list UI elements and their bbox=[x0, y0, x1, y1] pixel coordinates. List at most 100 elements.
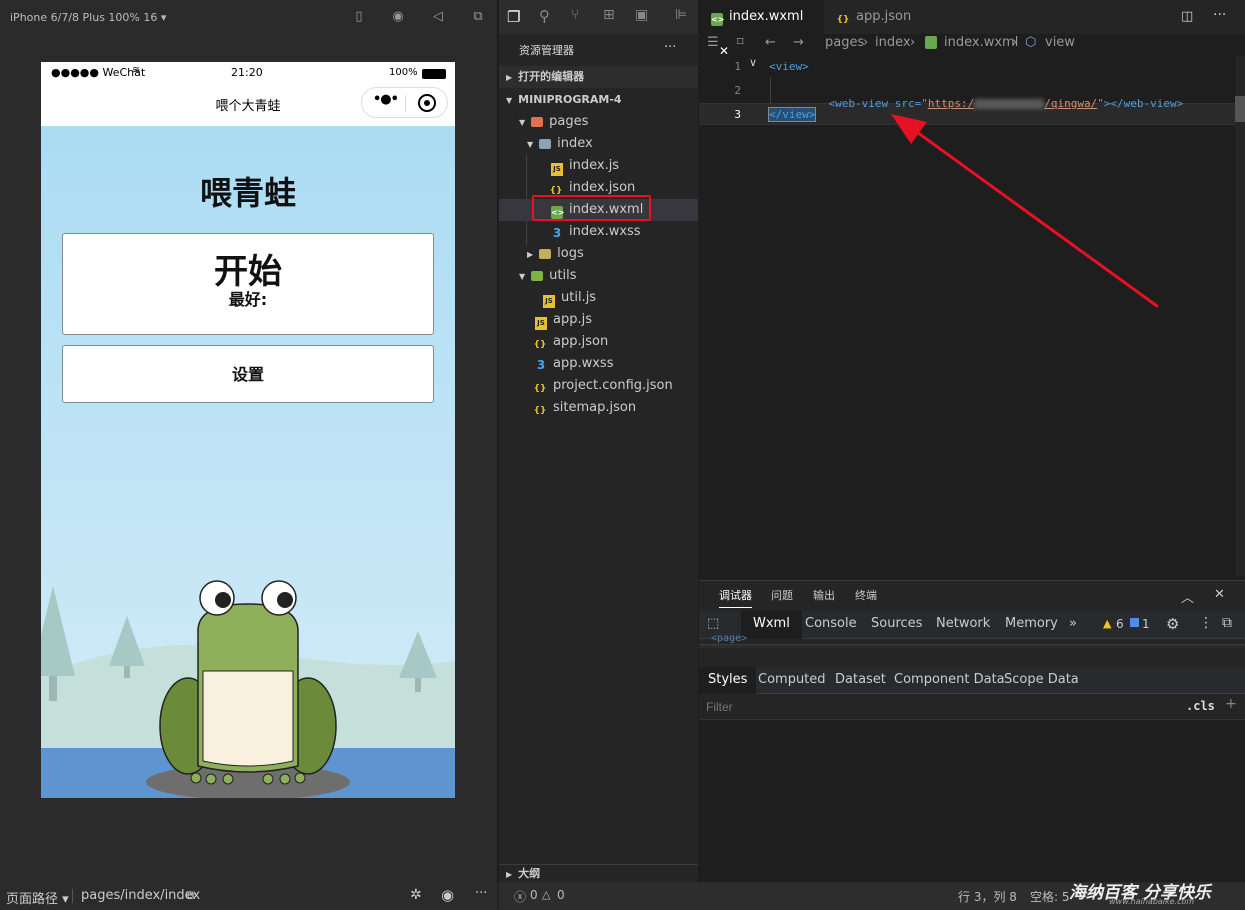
warning-icon[interactable]: ▲ bbox=[1103, 617, 1111, 630]
project-section[interactable]: ▼ MINIPROGRAM-4 bbox=[499, 89, 698, 111]
settings-button[interactable]: 设置 bbox=[62, 345, 434, 403]
chevron-right-icon: › bbox=[863, 35, 869, 50]
phone-icon[interactable]: ▯ bbox=[351, 9, 367, 25]
split-panel-icon[interactable]: ⊫ bbox=[675, 7, 687, 23]
tab-console[interactable]: Console bbox=[805, 611, 857, 639]
tree-item-label: project.config.json bbox=[553, 378, 673, 393]
debug-icon[interactable]: ▣ bbox=[635, 7, 648, 23]
breadcrumb-item[interactable]: index.wxml bbox=[944, 34, 1018, 52]
tab-problems[interactable]: 问题 bbox=[771, 581, 793, 611]
tree-item-index-js[interactable]: JS index.js bbox=[499, 155, 698, 177]
json-file-icon: {} bbox=[533, 384, 547, 394]
tree-item-utils[interactable]: ▼ utils bbox=[499, 265, 698, 287]
wxml-tree-peek[interactable]: <page> bbox=[711, 633, 747, 644]
copy-icon[interactable]: ⧉ bbox=[186, 888, 195, 903]
start-button[interactable]: 开始 最好: bbox=[62, 233, 434, 335]
list-icon[interactable]: ☰ bbox=[707, 34, 719, 52]
detach-window-icon[interactable]: ⧉ bbox=[470, 9, 486, 25]
highlight-box bbox=[532, 195, 651, 221]
tab-dataset[interactable]: Dataset bbox=[835, 667, 886, 694]
close-miniprogram-icon[interactable] bbox=[418, 94, 436, 112]
info-count[interactable]: 1 bbox=[1142, 617, 1150, 631]
files-icon[interactable]: ❐ bbox=[507, 8, 520, 26]
page-path-label[interactable]: 页面路径 ▾ bbox=[6, 888, 69, 907]
warning-count[interactable]: 6 bbox=[1116, 617, 1124, 631]
info-icon[interactable] bbox=[1130, 618, 1139, 627]
close-panel-icon[interactable]: ✕ bbox=[1214, 587, 1225, 602]
record-icon[interactable]: ◉ bbox=[390, 9, 406, 25]
back-arrow-icon[interactable]: ← bbox=[765, 34, 776, 52]
breadcrumb-item[interactable]: index bbox=[875, 34, 911, 52]
warning-icon[interactable]: △ bbox=[542, 888, 550, 901]
capsule-menu: •●• bbox=[361, 87, 448, 118]
simulator-toolbar: iPhone 6/7/8 Plus 100% 16 ▾ bbox=[0, 0, 498, 34]
tab-component-data[interactable]: Component Data bbox=[894, 667, 1005, 694]
tab-debugger[interactable]: 调试器 bbox=[719, 584, 752, 608]
tree-item-app-json[interactable]: {} app.json bbox=[499, 331, 698, 353]
bug-icon[interactable]: ✲ bbox=[410, 887, 422, 903]
tree-item-app-js[interactable]: JS app.js bbox=[499, 309, 698, 331]
tree-item-app-wxss[interactable]: 3 app.wxss bbox=[499, 353, 698, 375]
tree-item-sitemap[interactable]: {} sitemap.json bbox=[499, 397, 698, 419]
search-icon[interactable]: ⚲ bbox=[539, 7, 550, 25]
tree-middle bbox=[109, 616, 145, 666]
error-icon[interactable]: ⓧ bbox=[514, 888, 526, 905]
error-count[interactable]: 0 bbox=[530, 888, 538, 902]
breadcrumb-item[interactable]: pages bbox=[825, 34, 864, 52]
more-icon[interactable]: ··· bbox=[475, 886, 487, 901]
code-line-1[interactable]: <view> bbox=[769, 60, 809, 73]
frog-scene-illustration bbox=[41, 580, 455, 798]
tree-item-index-folder[interactable]: ▼ index bbox=[499, 133, 698, 155]
styles-filter-input[interactable] bbox=[699, 695, 1169, 719]
editor-scrollbar[interactable] bbox=[1235, 56, 1245, 576]
warning-count[interactable]: 0 bbox=[557, 888, 565, 902]
tab-sources[interactable]: Sources bbox=[871, 611, 922, 639]
fold-chevron-icon[interactable]: ∨ bbox=[749, 56, 757, 69]
tab-memory[interactable]: Memory bbox=[1005, 611, 1058, 639]
more-tabs-button[interactable]: » bbox=[1069, 611, 1077, 639]
frog-belly bbox=[202, 670, 294, 767]
explorer-more-button[interactable]: ··· bbox=[664, 40, 676, 55]
bookmark-icon[interactable]: ⌑ bbox=[737, 34, 744, 52]
add-rule-button[interactable]: + bbox=[1225, 696, 1237, 712]
tab-app-json[interactable]: {} app.json bbox=[823, 0, 941, 34]
split-editor-icon[interactable]: ◫ bbox=[1181, 9, 1193, 24]
tab-scope-data[interactable]: Scope Data bbox=[1004, 667, 1079, 694]
cls-toggle[interactable]: .cls bbox=[1186, 699, 1215, 713]
tree-item-index-wxss[interactable]: 3 index.wxss bbox=[499, 221, 698, 243]
scrollbar-thumb[interactable] bbox=[1235, 96, 1245, 122]
chevron-right-icon: ▶ bbox=[527, 250, 534, 259]
red-arrow-annotation bbox=[891, 114, 1159, 308]
cursor-position[interactable]: 行 3，列 8 bbox=[958, 888, 1017, 905]
indentation[interactable]: 空格: 5 bbox=[1030, 888, 1070, 905]
tab-terminal[interactable]: 终端 bbox=[855, 581, 877, 611]
settings-gear-icon[interactable]: ⚙ bbox=[1166, 615, 1179, 633]
inspect-element-icon[interactable]: ⬚ bbox=[707, 616, 719, 631]
breadcrumb-item[interactable]: view bbox=[1045, 34, 1075, 52]
eye-icon[interactable]: ◉ bbox=[441, 886, 454, 904]
forward-arrow-icon[interactable]: → bbox=[793, 34, 804, 52]
open-editors-section[interactable]: ▶ 打开的编辑器 bbox=[499, 66, 698, 88]
tree-item-logs[interactable]: ▶ logs bbox=[499, 243, 698, 265]
tab-network[interactable]: Network bbox=[936, 611, 990, 639]
chevron-up-icon[interactable]: ︿ bbox=[1181, 587, 1194, 606]
more-menu-icon[interactable]: •●• bbox=[373, 92, 399, 107]
source-control-icon[interactable]: ⑂ bbox=[571, 7, 579, 23]
code-line-3[interactable]: </view> bbox=[767, 107, 817, 122]
more-actions-icon[interactable]: ··· bbox=[1213, 7, 1226, 23]
dock-side-icon[interactable]: ⧉ bbox=[1222, 615, 1232, 631]
tab-output[interactable]: 输出 bbox=[813, 581, 835, 611]
tab-computed[interactable]: Computed bbox=[758, 667, 826, 694]
kebab-menu-icon[interactable]: ⋮ bbox=[1199, 615, 1213, 631]
device-selector[interactable]: iPhone 6/7/8 Plus 100% 16 ▾ bbox=[10, 11, 166, 24]
volume-icon[interactable]: ◁ bbox=[430, 9, 446, 25]
outline-section[interactable]: ▶ 大纲 bbox=[499, 864, 698, 882]
panel-splitter[interactable] bbox=[699, 644, 1245, 648]
tab-wxml[interactable]: Wxml bbox=[741, 611, 802, 639]
tree-item-util-js[interactable]: JS util.js bbox=[499, 287, 698, 309]
tree-item-pages[interactable]: ▼ pages bbox=[499, 111, 698, 133]
extensions-icon[interactable]: ⊞ bbox=[603, 7, 615, 23]
tree-item-project-config[interactable]: {} project.config.json bbox=[499, 375, 698, 397]
tab-index-wxml[interactable]: <> index.wxml ✕ bbox=[699, 0, 823, 58]
tab-styles[interactable]: Styles bbox=[699, 667, 757, 694]
